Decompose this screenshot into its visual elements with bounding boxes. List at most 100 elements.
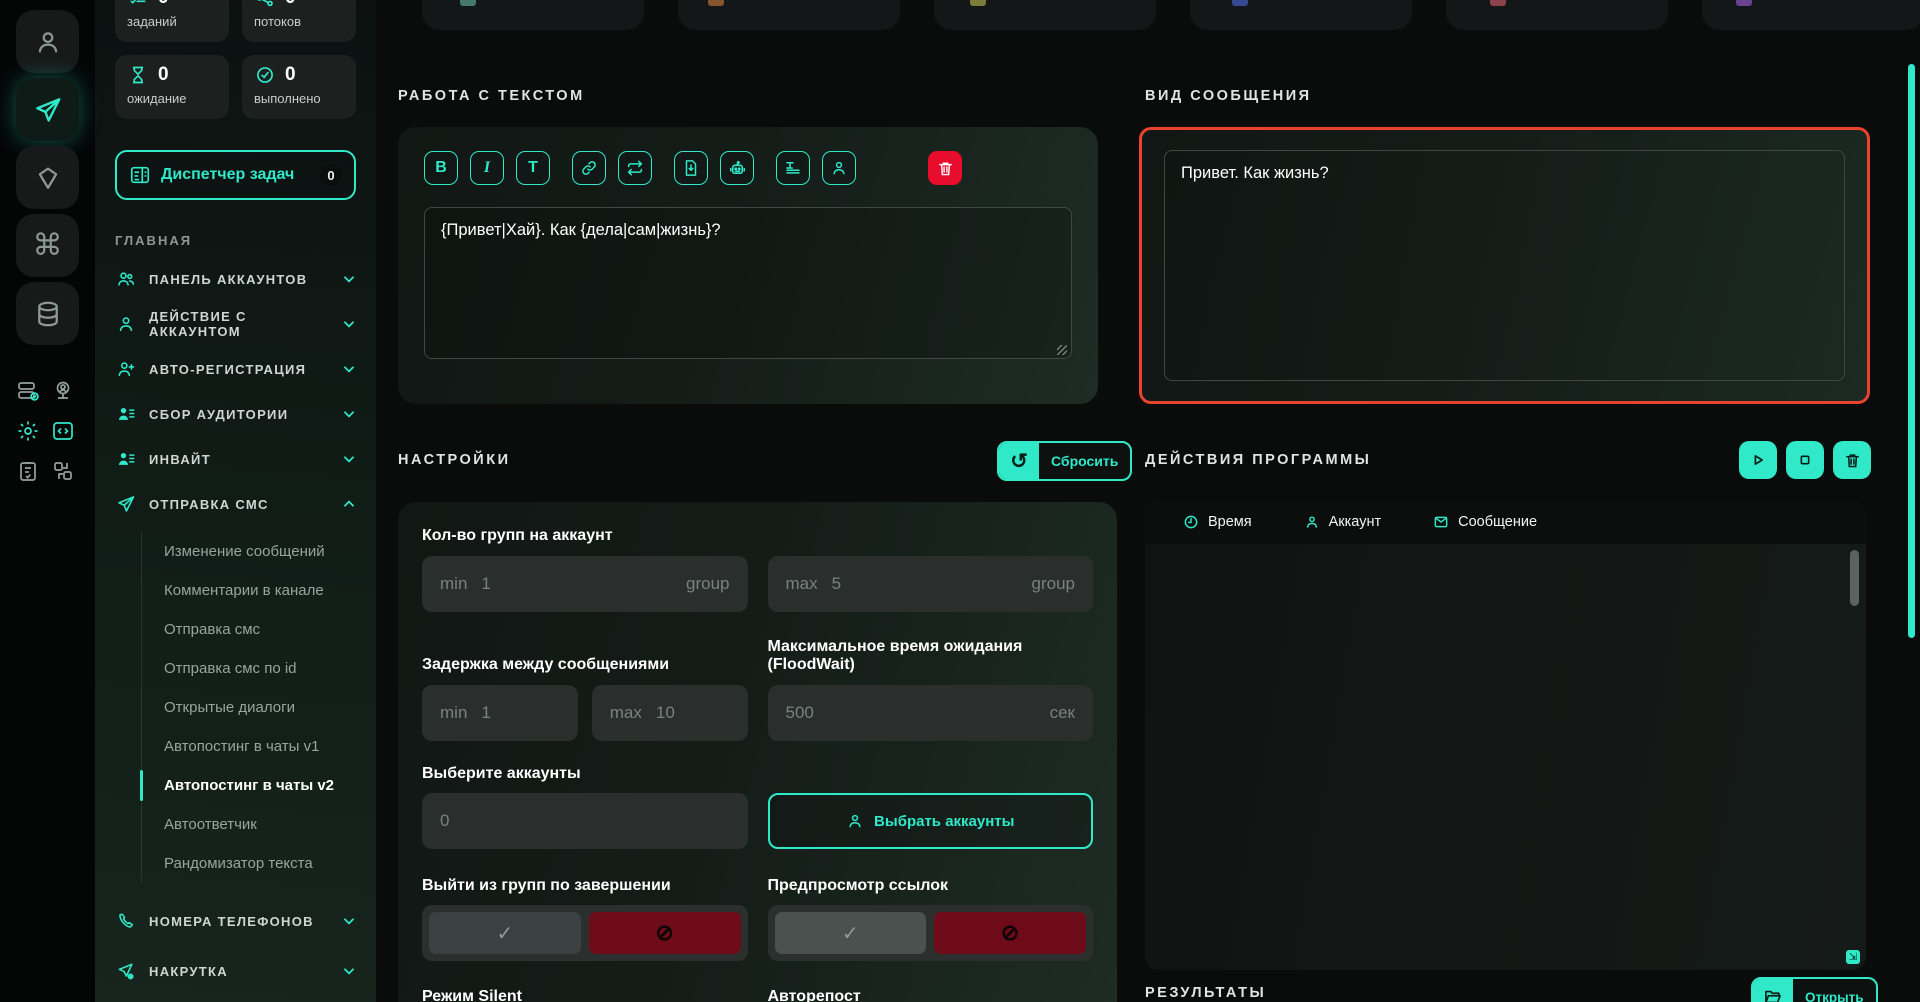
title-button[interactable]: T bbox=[516, 151, 550, 185]
submenu-item[interactable]: Автоответчик bbox=[142, 805, 356, 844]
submenu-item[interactable]: Изменение сообщений bbox=[142, 532, 356, 571]
stat-label: ожидание bbox=[127, 91, 187, 106]
sidebar-item-label: ИНВАЙТ bbox=[149, 451, 211, 467]
stat-card bbox=[422, 0, 644, 30]
repeat-button[interactable] bbox=[618, 151, 652, 185]
send-sms-submenu: Изменение сообщений Комментарии в канале… bbox=[140, 532, 356, 883]
submenu-item[interactable]: Комментарии в канале bbox=[142, 571, 356, 610]
gear-icon[interactable] bbox=[15, 418, 41, 444]
stat-value: 0 bbox=[158, 64, 169, 85]
toggle-yes-option[interactable]: ✓ bbox=[429, 912, 581, 954]
profile-icon[interactable] bbox=[16, 10, 79, 73]
swap-icon[interactable] bbox=[50, 458, 76, 484]
icon-rail: ⌘ bbox=[0, 0, 95, 1002]
stat-value: 0 bbox=[158, 0, 169, 9]
toggle-no-option[interactable]: ⊘ bbox=[588, 912, 741, 954]
sidebar-item-auto-registration[interactable]: АВТО-РЕГИСТРАЦИЯ bbox=[115, 355, 356, 383]
code-window-icon[interactable] bbox=[50, 418, 76, 444]
groups-min-input[interactable]: min 1 group bbox=[422, 556, 748, 612]
task-manager-button[interactable]: Диспетчер задач 0 bbox=[115, 150, 356, 200]
card-pip bbox=[460, 0, 476, 6]
sidebar-item-phone-numbers[interactable]: НОМЕРА ТЕЛЕФОНОВ bbox=[115, 907, 356, 935]
card-pip bbox=[1490, 0, 1506, 6]
folder-icon bbox=[1753, 979, 1793, 1002]
sidebar-item-account-action[interactable]: ДЕЙСТВИЕ С АККАУНТОМ bbox=[115, 309, 356, 339]
stop-button[interactable] bbox=[1786, 441, 1824, 479]
input-suffix: group bbox=[686, 574, 730, 593]
reset-icon: ↺ bbox=[999, 443, 1039, 479]
accounts-count-input[interactable]: 0 bbox=[422, 793, 748, 849]
link-button[interactable] bbox=[572, 151, 606, 185]
bold-button[interactable]: B bbox=[424, 151, 458, 185]
clock-icon bbox=[1183, 514, 1199, 530]
expand-icon[interactable]: ⇲ bbox=[1846, 950, 1860, 964]
delay-min-input[interactable]: min 1 bbox=[422, 685, 578, 741]
sidebar-item-label: СБОР АУДИТОРИИ bbox=[149, 406, 289, 422]
settings-card: Кол-во групп на аккаунт min 1 group max 5 … bbox=[398, 502, 1117, 1002]
top-stat-cards bbox=[422, 0, 1920, 30]
submenu-item[interactable]: Автопостинг в чаты v1 bbox=[142, 727, 356, 766]
stat-card-streams: 0 потоков bbox=[242, 0, 356, 42]
reset-label: Сбросить bbox=[1051, 453, 1119, 469]
sidebar-item-boost[interactable]: НАКРУТКА bbox=[115, 957, 356, 985]
task-manager-icon bbox=[129, 164, 151, 186]
delay-label: Задержка между сообщениями bbox=[422, 656, 670, 673]
column-account: Аккаунт bbox=[1304, 514, 1381, 530]
file-download-button[interactable] bbox=[674, 151, 708, 185]
database-icon[interactable] bbox=[16, 282, 79, 345]
stats-grid: 0 заданий 0 потоков 0 bbox=[115, 0, 356, 119]
submenu-item[interactable]: Открытые диалоги bbox=[142, 688, 356, 727]
text-toolbar: B I T bbox=[424, 151, 1072, 185]
card-pip bbox=[708, 0, 724, 6]
app-window: ⌘ 0 bbox=[0, 0, 1920, 1002]
stat-card bbox=[1702, 0, 1920, 30]
person-button[interactable] bbox=[822, 151, 856, 185]
delete-text-button[interactable] bbox=[928, 151, 962, 185]
toggle-no-option[interactable]: ⊘ bbox=[934, 912, 1086, 954]
groups-max-input[interactable]: max 5 group bbox=[767, 556, 1093, 612]
account-cam-icon[interactable] bbox=[50, 378, 76, 404]
command-icon[interactable]: ⌘ bbox=[16, 214, 79, 277]
message-textarea[interactable]: {Привет|Хай}. Как {дела|сам|жизнь}? bbox=[424, 207, 1072, 359]
select-accounts-label: Выбрать аккаунты bbox=[874, 812, 1015, 830]
page-scrollbar[interactable] bbox=[1908, 64, 1915, 638]
text-format-button[interactable] bbox=[776, 151, 810, 185]
submenu-item[interactable]: Отправка смс bbox=[142, 610, 356, 649]
play-button[interactable] bbox=[1739, 441, 1777, 479]
floodwait-label: Максимальное время ожидания (FloodWait) bbox=[767, 638, 1023, 673]
silent-mode-label: Режим Silent bbox=[422, 988, 522, 1002]
textarea-resize-handle[interactable] bbox=[1057, 345, 1067, 355]
user-icon bbox=[115, 313, 137, 335]
delay-max-input[interactable]: max 10 bbox=[591, 685, 748, 741]
groups-label: Кол-во групп на аккаунт bbox=[422, 527, 613, 544]
robot-button[interactable] bbox=[720, 151, 754, 185]
user-list-icon bbox=[115, 403, 137, 425]
stat-card bbox=[678, 0, 900, 30]
submenu-item[interactable]: Рандомизатор текста bbox=[142, 844, 356, 883]
table-scrollbar[interactable] bbox=[1850, 550, 1859, 606]
italic-button[interactable]: I bbox=[470, 151, 504, 185]
leave-groups-label: Выйти из групп по завершении bbox=[422, 877, 671, 894]
trash-button[interactable] bbox=[1833, 441, 1871, 479]
sidebar-item-label: ОТПРАВКА СМС bbox=[149, 496, 269, 512]
tag-icon[interactable] bbox=[16, 146, 79, 209]
mail-icon bbox=[1433, 514, 1449, 530]
select-accounts-button[interactable]: Выбрать аккаунты bbox=[767, 793, 1093, 849]
link-preview-label: Предпросмотр ссылок bbox=[767, 877, 948, 894]
chevron-down-icon bbox=[342, 272, 356, 286]
toggle-yes-option[interactable]: ✓ bbox=[774, 912, 927, 954]
clipboard-check-icon[interactable] bbox=[15, 458, 41, 484]
sidebar-item-accounts-panel[interactable]: ПАНЕЛЬ АККАУНТОВ bbox=[115, 265, 356, 293]
submenu-item[interactable]: Отправка смс по id bbox=[142, 649, 356, 688]
server-check-icon[interactable] bbox=[15, 378, 41, 404]
floodwait-input[interactable]: 500 сек bbox=[767, 685, 1093, 741]
message-preview-highlight: Привет. Как жизнь? bbox=[1139, 127, 1870, 404]
sidebar-item-invite[interactable]: ИНВАЙТ bbox=[115, 445, 356, 473]
sidebar-item-audience-collect[interactable]: СБОР АУДИТОРИИ bbox=[115, 400, 356, 428]
reset-button[interactable]: ↺ Сбросить bbox=[997, 441, 1133, 481]
sidebar-item-send-sms[interactable]: ОТПРАВКА СМС bbox=[115, 490, 356, 518]
open-results-button[interactable]: Открыть bbox=[1751, 977, 1878, 1002]
stat-label: заданий bbox=[127, 14, 177, 29]
send-icon[interactable] bbox=[16, 78, 79, 141]
submenu-item-active[interactable]: Автопостинг в чаты v2 bbox=[140, 766, 356, 805]
